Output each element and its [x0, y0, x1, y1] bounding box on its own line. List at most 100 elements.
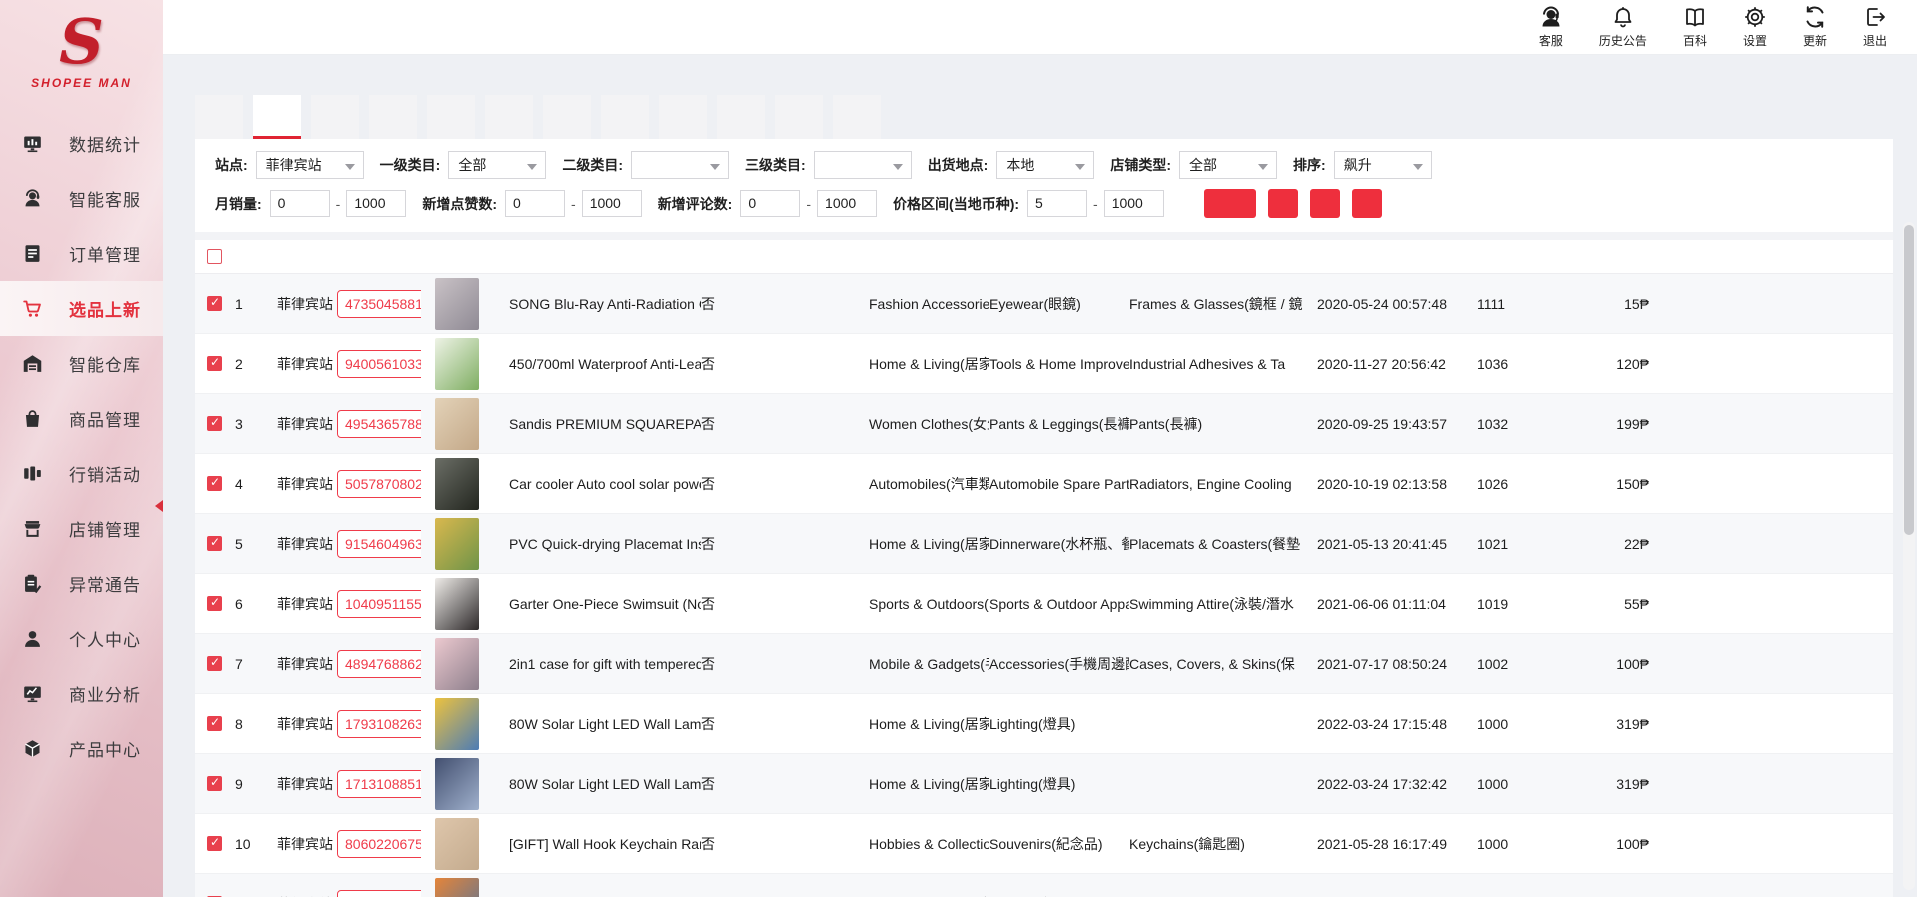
product-image[interactable]: [435, 517, 479, 570]
sidebar-item[interactable]: 智能仓库: [0, 336, 163, 391]
tab[interactable]: [427, 95, 475, 139]
topbar-action[interactable]: 退出: [1863, 5, 1887, 49]
tab[interactable]: [601, 95, 649, 139]
product-image[interactable]: [435, 817, 479, 870]
product-id-pill[interactable]: 16631094413: [337, 889, 421, 897]
filter-select[interactable]: [631, 151, 730, 179]
filter-select[interactable]: 本地: [996, 151, 1095, 179]
range-to-input[interactable]: 1000: [581, 190, 642, 217]
product-image-cell: [421, 517, 509, 570]
sidebar-item[interactable]: 订单管理: [0, 226, 163, 281]
product-id-pill[interactable]: 8060220675: [337, 829, 421, 858]
range-to-input[interactable]: 1000: [1103, 190, 1164, 217]
product-image[interactable]: [435, 697, 479, 750]
tab[interactable]: [485, 95, 533, 139]
filter-select[interactable]: 飙升: [1333, 151, 1432, 179]
sidebar-item[interactable]: 店铺管理: [0, 501, 163, 556]
sidebar-item[interactable]: 商品管理: [0, 391, 163, 446]
scrollbar-thumb[interactable]: [1904, 225, 1914, 535]
sidebar-item[interactable]: 行销活动: [0, 446, 163, 501]
filter-label: 出货地点:: [927, 157, 989, 173]
table-row: 10 菲律宾站 8060220675 [GIFT] Wall Hook Keyc…: [195, 814, 1893, 874]
product-id-pill[interactable]: 4954365788: [337, 409, 421, 438]
product-image[interactable]: [435, 457, 479, 510]
order-document-icon: [22, 243, 43, 264]
filter-group: 三级类目:: [745, 151, 912, 179]
product-image[interactable]: [435, 637, 479, 690]
sidebar-item-label: 个人中心: [69, 631, 141, 650]
category1-cell: Automobiles(汽車類): [869, 475, 989, 492]
topbar-action[interactable]: 历史公告: [1599, 5, 1647, 49]
sidebar-item[interactable]: 数据统计: [0, 116, 163, 171]
row-checkbox[interactable]: [207, 835, 222, 851]
action-button[interactable]: [1351, 189, 1382, 218]
range-from-input[interactable]: 5: [1027, 190, 1088, 217]
topbar-action[interactable]: 客服: [1539, 5, 1563, 49]
sidebar-item[interactable]: 产品中心: [0, 721, 163, 776]
product-id-pill[interactable]: 9400561033: [337, 349, 421, 378]
topbar-action[interactable]: 更新: [1803, 5, 1827, 49]
sidebar-item[interactable]: 选品上新: [0, 281, 163, 336]
tab[interactable]: [369, 95, 417, 139]
range-from-input[interactable]: 0: [269, 190, 330, 217]
price-cell: 15₱: [1624, 295, 1649, 312]
price-cell: 150₱: [1616, 475, 1649, 492]
tab[interactable]: [253, 95, 301, 139]
product-id-pill[interactable]: 4894768862: [337, 649, 421, 678]
product-id-pill[interactable]: 5057870802: [337, 469, 421, 498]
product-image[interactable]: [435, 577, 479, 630]
sidebar-collapse-arrow-icon[interactable]: [155, 500, 163, 512]
product-id-pill[interactable]: 17931082637: [337, 709, 421, 738]
tab[interactable]: [775, 95, 823, 139]
filter-select[interactable]: [813, 151, 912, 179]
row-number: 8: [235, 715, 243, 732]
action-button[interactable]: [1267, 189, 1298, 218]
action-button[interactable]: [1203, 189, 1256, 218]
range-to-input[interactable]: 1000: [817, 190, 878, 217]
product-image[interactable]: [435, 277, 479, 330]
row-checkbox[interactable]: [207, 595, 222, 611]
select-all-checkbox[interactable]: [207, 249, 222, 264]
filter-select[interactable]: 全部: [1179, 151, 1278, 179]
tab[interactable]: [543, 95, 591, 139]
tab[interactable]: [311, 95, 359, 139]
row-checkbox[interactable]: [207, 535, 222, 551]
tab[interactable]: [659, 95, 707, 139]
product-image[interactable]: [435, 397, 479, 450]
category2-cell: Lighting(燈具): [989, 894, 1129, 897]
sidebar-item[interactable]: 个人中心: [0, 611, 163, 666]
sales-30d-cell: 1036: [1477, 355, 1509, 372]
topbar-action[interactable]: 设置: [1743, 5, 1767, 49]
price-cell: 199₱: [1616, 415, 1649, 432]
table-row: 1 菲律宾站 4735045881 SONG Blu-Ray Anti-Radi…: [195, 274, 1893, 334]
row-checkbox[interactable]: [207, 475, 222, 491]
filter-select[interactable]: 菲律宾站: [255, 151, 364, 179]
product-id-pill[interactable]: 9154604963: [337, 529, 421, 558]
product-id-pill[interactable]: 10409511553: [337, 589, 421, 618]
range-to-input[interactable]: 1000: [346, 190, 407, 217]
sidebar-item[interactable]: 智能客服: [0, 171, 163, 226]
row-checkbox[interactable]: [207, 715, 222, 731]
filter-select[interactable]: 全部: [448, 151, 547, 179]
sidebar-item[interactable]: 商业分析: [0, 666, 163, 721]
sidebar-item[interactable]: 异常通告: [0, 556, 163, 611]
product-image[interactable]: [435, 757, 479, 810]
product-id-pill[interactable]: 4735045881: [337, 289, 421, 318]
row-checkbox[interactable]: [207, 415, 222, 431]
row-checkbox[interactable]: [207, 295, 222, 311]
action-button[interactable]: [1309, 189, 1340, 218]
product-id-pill[interactable]: 17131088519: [337, 769, 421, 798]
tab[interactable]: [717, 95, 765, 139]
row-checkbox[interactable]: [207, 655, 222, 671]
tab[interactable]: [195, 95, 243, 139]
product-image[interactable]: [435, 877, 479, 897]
product-image[interactable]: [435, 337, 479, 390]
range-from-input[interactable]: 0: [505, 190, 566, 217]
row-checkbox[interactable]: [207, 355, 222, 371]
range-from-input[interactable]: 0: [740, 190, 801, 217]
sidebar-item-label: 行销活动: [69, 466, 141, 485]
main-area: 客服 历史公告 百科 设置 更新 退出 站点: 菲律宾站 一级类目: 全部 二级…: [163, 0, 1917, 897]
row-checkbox[interactable]: [207, 775, 222, 791]
topbar-action[interactable]: 百科: [1683, 5, 1707, 49]
tab[interactable]: [833, 95, 881, 139]
